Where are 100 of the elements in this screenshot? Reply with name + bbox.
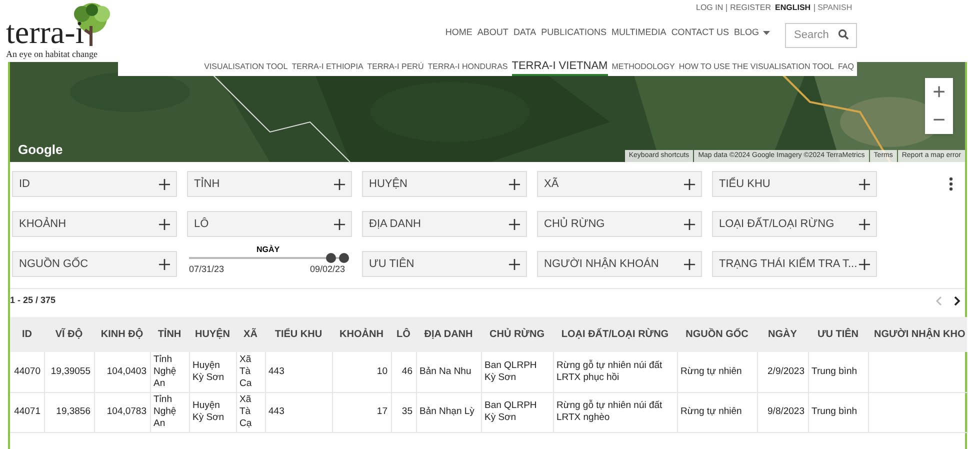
- column-header[interactable]: NGƯỜI NHẬN KHO: [868, 317, 967, 352]
- filter-dropdown[interactable]: XÃ: [537, 171, 702, 197]
- subnav-tab[interactable]: FAQ: [838, 61, 854, 76]
- top-link[interactable]: LOG IN: [696, 4, 724, 12]
- column-header[interactable]: LÔ: [391, 317, 416, 352]
- nav-link[interactable]: MULTIMEDIA: [611, 26, 666, 40]
- column-header[interactable]: CHỦ RỪNG: [481, 317, 553, 352]
- search-icon[interactable]: [838, 29, 849, 40]
- column-header[interactable]: NGÀY: [757, 317, 808, 352]
- plus-icon: [684, 258, 695, 270]
- filter-dropdown[interactable]: ƯU TIÊN: [362, 251, 527, 277]
- table-cell: 44071: [14, 406, 40, 417]
- table-cell: Bản Nhạn Lỳ: [420, 406, 474, 417]
- column-header[interactable]: KHOẢNH: [332, 317, 391, 352]
- filter-dropdown[interactable]: LOẠI ĐẤT/LOẠI RỪNG: [712, 211, 877, 237]
- nav-link[interactable]: PUBLICATIONS: [541, 26, 606, 40]
- zoom-in-button[interactable]: +: [925, 78, 953, 106]
- table-cell: Huyện Kỳ Sơn: [192, 400, 224, 423]
- tagline: An eye on habitat change: [6, 48, 98, 61]
- plus-icon: [859, 218, 870, 230]
- top-link[interactable]: REGISTER: [726, 4, 772, 12]
- range-min-label: 07/31/23: [189, 264, 224, 274]
- nav-link[interactable]: DATA: [513, 26, 536, 40]
- table-cell: Tỉnh Nghệ An: [154, 354, 176, 389]
- filter-dropdown[interactable]: HUYỆN: [362, 171, 527, 197]
- plus-icon: [334, 218, 345, 230]
- more-options-icon[interactable]: [949, 177, 953, 191]
- filter-dropdown[interactable]: TỈNH: [187, 171, 352, 197]
- table-cell: 443: [268, 406, 284, 417]
- search-field[interactable]: Search: [785, 22, 857, 48]
- plus-icon: [509, 258, 520, 270]
- plus-icon: [859, 178, 870, 190]
- plus-icon: [684, 178, 695, 190]
- filter-dropdown[interactable]: NGUỒN GỐC: [12, 251, 177, 277]
- nav-link[interactable]: CONTACT US: [671, 26, 729, 40]
- column-header[interactable]: ĐỊA DANH: [416, 317, 481, 352]
- subnav-tab[interactable]: TERRA-I HONDURAS: [428, 61, 508, 76]
- filter-dropdown[interactable]: ĐỊA DANH: [362, 211, 527, 237]
- column-header[interactable]: LOẠI ĐẤT/LOẠI RỪNG: [553, 317, 677, 352]
- range-max-label: 09/02/23: [310, 264, 346, 274]
- subnav-tab[interactable]: TERRA-I PERÚ: [367, 61, 424, 76]
- filter-dropdown[interactable]: ID: [12, 171, 177, 197]
- subnav-tab[interactable]: VISUALISATION TOOL: [204, 61, 288, 76]
- column-header[interactable]: XÃ: [236, 317, 265, 352]
- logo-wordmark[interactable]: terra-i: [6, 16, 84, 48]
- table-cell: 46: [402, 366, 412, 377]
- table-cell: Rừng gỗ tự nhiên núi đất LRTX phục hồi: [556, 360, 662, 383]
- plus-icon: [334, 178, 345, 190]
- column-header[interactable]: ƯU TIÊN: [808, 317, 868, 352]
- plus-icon: [159, 218, 170, 230]
- column-header[interactable]: TIỂU KHU: [265, 317, 332, 352]
- zoom-out-button[interactable]: −: [925, 106, 953, 134]
- column-header[interactable]: KINH ĐỘ: [94, 317, 150, 352]
- table-cell: Ban QLRPH Kỳ Sơn: [484, 400, 537, 423]
- filter-dropdown[interactable]: CHỦ RỪNG: [537, 211, 702, 237]
- subnav-tab[interactable]: HOW TO USE THE VISUALISATION TOOL: [678, 61, 834, 76]
- map-logo: Google: [18, 140, 63, 159]
- plus-icon: [509, 178, 520, 190]
- table-cell: 44070: [14, 366, 40, 377]
- slider-thumb[interactable]: [339, 253, 350, 263]
- table-cell: 19,39055: [50, 366, 90, 377]
- filter-dropdown[interactable]: KHOẢNH: [12, 211, 177, 237]
- slider-label: NGÀY: [255, 245, 281, 255]
- table-cell: Rừng tự nhiên: [680, 406, 742, 417]
- plus-icon: [159, 178, 170, 190]
- table-cell: 10: [376, 366, 388, 377]
- column-header[interactable]: TỈNH: [150, 317, 189, 352]
- next-page-icon[interactable]: [954, 296, 961, 306]
- table-cell: Trung bình: [812, 366, 858, 377]
- subnav-tab[interactable]: TERRA-I ETHIOPIA: [292, 61, 364, 76]
- column-header[interactable]: VĨ ĐỘ: [44, 317, 94, 352]
- column-header[interactable]: NGUỒN GỐC: [677, 317, 757, 352]
- column-header[interactable]: HUYỆN: [189, 317, 236, 352]
- table-cell: Xã Tà Ca: [240, 354, 252, 389]
- plus-icon: [509, 218, 520, 230]
- nav-link[interactable]: BLOG: [734, 26, 770, 40]
- language-link[interactable]: SPANISH: [814, 4, 852, 12]
- table-cell: 19,3856: [56, 406, 90, 417]
- column-header[interactable]: ID: [10, 317, 44, 352]
- filter-dropdown[interactable]: TRẠNG THÁI KIỂM TRA T...: [712, 251, 877, 277]
- plus-icon: [859, 258, 870, 270]
- table-cell: 9/8/2023: [768, 406, 804, 417]
- table-cell: 104,0403: [106, 366, 146, 377]
- table-cell: Ban QLRPH Kỳ Sơn: [484, 360, 537, 383]
- table-cell: Huyện Kỳ Sơn: [192, 360, 224, 383]
- table-cell: Rừng tự nhiên: [680, 366, 742, 377]
- filter-dropdown[interactable]: LÔ: [187, 211, 352, 237]
- table-cell: Rừng gỗ tự nhiên núi đất LRTX nghèo: [556, 400, 662, 423]
- plus-icon: [159, 258, 170, 270]
- filter-dropdown[interactable]: NGƯỜI NHẬN KHOÁN: [537, 251, 702, 277]
- subnav-tab[interactable]: TERRA-I VIETNAM: [512, 59, 608, 76]
- language-link[interactable]: ENGLISH: [775, 4, 811, 12]
- pagination-range: 1 - 25 / 375: [10, 294, 56, 308]
- nav-link[interactable]: HOME: [445, 26, 472, 40]
- table-cell: 2/9/2023: [768, 366, 804, 377]
- table-cell: 443: [268, 366, 284, 377]
- slider-thumb[interactable]: [326, 253, 336, 263]
- nav-link[interactable]: ABOUT: [477, 26, 508, 40]
- filter-dropdown[interactable]: TIỂU KHU: [712, 171, 877, 197]
- subnav-tab[interactable]: METHODOLOGY: [612, 61, 675, 76]
